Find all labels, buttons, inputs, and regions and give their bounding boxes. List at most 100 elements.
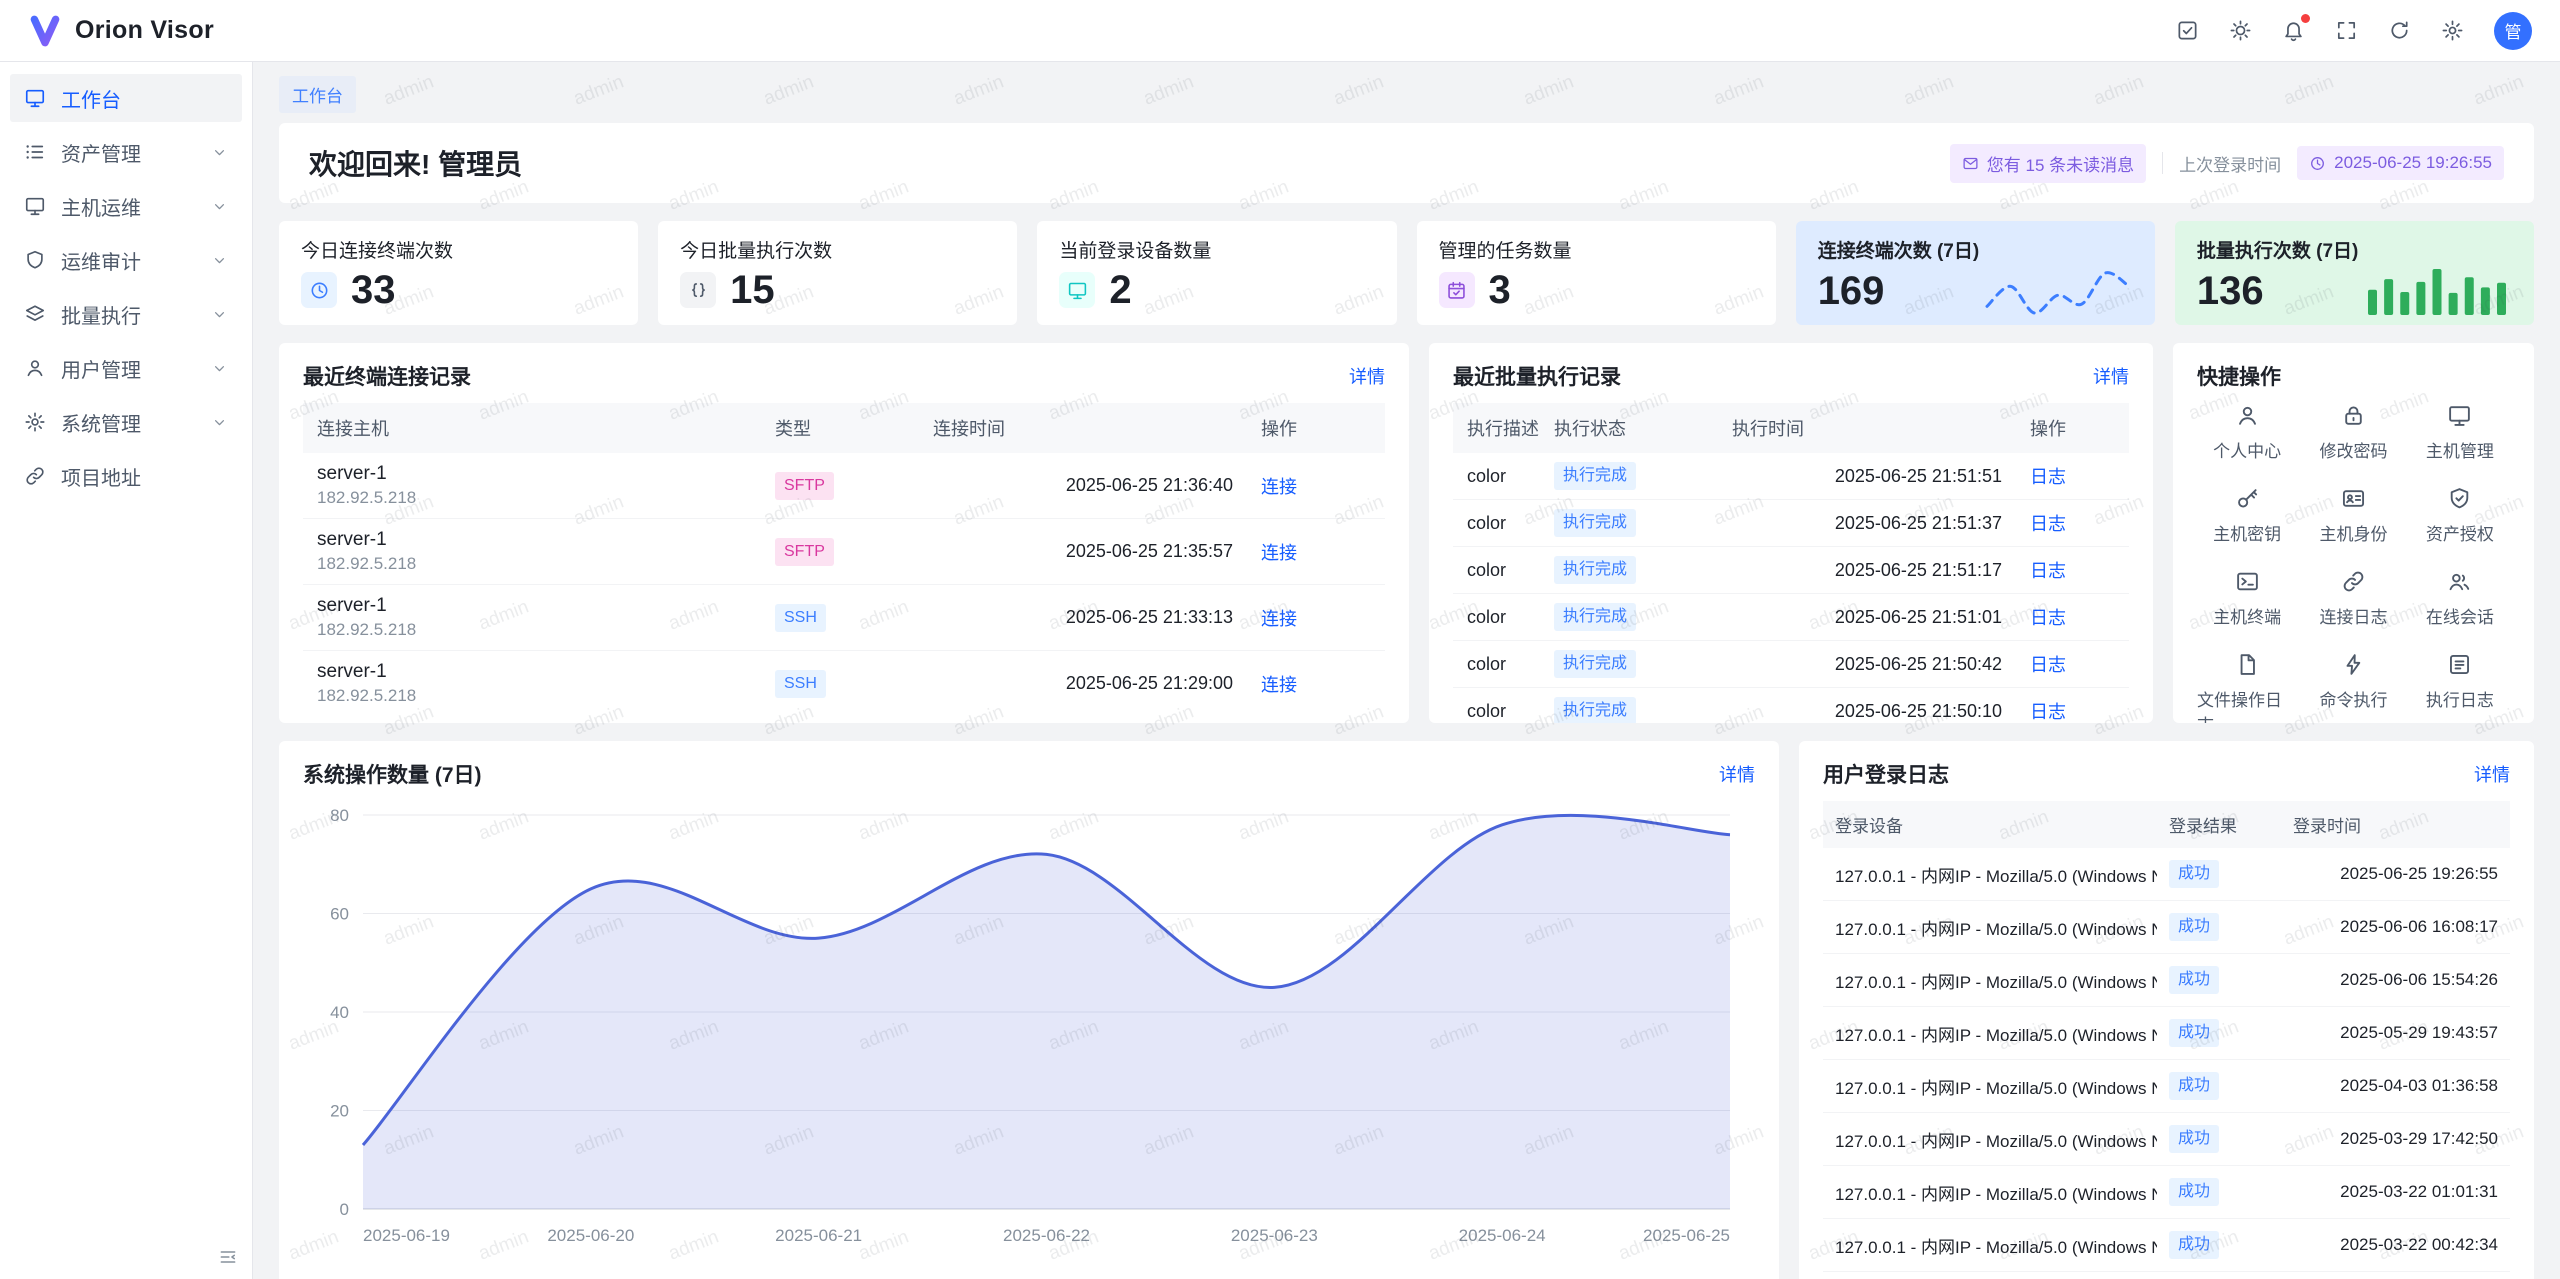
sidebar-collapse-button[interactable]	[218, 1247, 238, 1267]
stat-value: 15	[730, 270, 775, 310]
svg-text:2025-06-21: 2025-06-21	[775, 1226, 862, 1245]
chevron-down-icon	[211, 306, 228, 323]
sidebar-item-host-ops[interactable]: 主机运维	[10, 182, 242, 230]
quick-op-host-management[interactable]: 主机管理	[2410, 403, 2510, 462]
recent-executions-detail-link[interactable]: 详情	[2093, 363, 2129, 389]
connect-time-cell: 2025-06-25 21:29:00	[919, 651, 1247, 717]
users-icon	[2447, 569, 2472, 594]
svg-text:2025-06-24: 2025-06-24	[1459, 1226, 1546, 1245]
connect-link[interactable]: 连接	[1261, 675, 1297, 695]
welcome-card: 欢迎回来! 管理员 您有 15 条未读消息 上次登录时间 2025-06-25 …	[279, 123, 2534, 203]
sidebar-item-user-management[interactable]: 用户管理	[10, 344, 242, 392]
login-time-cell: 2025-03-29 17:42:50	[2281, 1113, 2510, 1166]
login-result-cell: 成功	[2157, 1060, 2281, 1113]
fullscreen-icon[interactable]	[2335, 19, 2358, 42]
connect-link[interactable]: 连接	[1261, 609, 1297, 629]
sidebar-item-label: 主机运维	[61, 192, 141, 221]
quick-op-label: 在线会话	[2426, 603, 2494, 628]
sidebar-item-asset-management[interactable]: 资产管理	[10, 128, 242, 176]
recent-connections-title: 最近终端连接记录	[303, 361, 471, 391]
login-row: 127.0.0.1 - 内网IP - Mozilla/5.0 (Windows …	[1823, 1113, 2510, 1166]
refresh-icon[interactable]	[2388, 19, 2411, 42]
log-link[interactable]: 日志	[2030, 467, 2066, 487]
content-column: 欢迎回来! 管理员 您有 15 条未读消息 上次登录时间 2025-06-25 …	[253, 123, 2560, 1279]
svg-text:80: 80	[330, 806, 349, 825]
sidebar-item-workbench[interactable]: 工作台	[10, 74, 242, 122]
header-row: 连接主机类型连接时间操作	[303, 403, 1385, 453]
unread-messages-tag[interactable]: 您有 15 条未读消息	[1950, 144, 2146, 183]
sidebar-item-system-management[interactable]: 系统管理	[10, 398, 242, 446]
sidebar-item-label: 用户管理	[61, 354, 141, 383]
quick-op-online-session[interactable]: 在线会话	[2410, 569, 2510, 628]
host-cell: server-1182.92.5.218	[303, 453, 761, 519]
todo-check-square-icon[interactable]	[2176, 19, 2199, 42]
system-operations-chart-card: 系统操作数量 (7日) 详情 0204060802025-06-192025-0…	[279, 741, 1779, 1279]
monitor-chip	[1059, 272, 1095, 308]
connect-time-cell: 2025-06-25 21:36:40	[919, 453, 1247, 519]
login-log-detail-link[interactable]: 详情	[2474, 761, 2510, 787]
bolt-icon	[2341, 652, 2366, 677]
area-chart-svg: 0204060802025-06-192025-06-202025-06-212…	[303, 801, 1755, 1251]
quick-actions-grid: 个人中心修改密码主机管理主机密钥主机身份资产授权主机终端连接日志在线会话文件操作…	[2197, 403, 2510, 723]
login-result-tag: 成功	[2169, 1072, 2219, 1100]
sidebar-item-batch-execution[interactable]: 批量执行	[10, 290, 242, 338]
column-header: 登录设备	[1823, 801, 2157, 848]
theme-toggle-sun-icon[interactable]	[2229, 19, 2252, 42]
login-row: 127.0.0.1 - 内网IP - Mozilla/5.0 (Windows …	[1823, 1272, 2510, 1279]
monitor-icon	[24, 87, 46, 109]
quick-op-label: 主机终端	[2213, 603, 2281, 628]
sidebar-item-project-link[interactable]: 项目地址	[10, 452, 242, 500]
connect-link[interactable]: 连接	[1261, 543, 1297, 563]
log-link[interactable]: 日志	[2030, 561, 2066, 581]
login-time-cell: 2025-03-21 23:53:43	[2281, 1272, 2510, 1279]
quick-op-connection-log[interactable]: 连接日志	[2303, 569, 2403, 628]
exec-time-cell: 2025-06-25 21:51:01	[1718, 594, 2016, 641]
list-icon	[24, 141, 46, 163]
avatar[interactable]: 管	[2494, 12, 2532, 50]
log-link[interactable]: 日志	[2030, 702, 2066, 722]
sidebar-item-label: 资产管理	[61, 138, 141, 167]
header-row: 执行描述执行状态执行时间操作	[1453, 403, 2129, 453]
log-link[interactable]: 日志	[2030, 655, 2066, 675]
sidebar-item-label: 项目地址	[61, 462, 141, 491]
column-header: 操作	[1247, 403, 1385, 453]
sidebar-item-ops-audit[interactable]: 运维审计	[10, 236, 242, 284]
quick-op-asset-authorization[interactable]: 资产授权	[2410, 486, 2510, 545]
connect-time-cell: 2025-06-25 21:33:13	[919, 585, 1247, 651]
quick-op-host-terminal[interactable]: 主机终端	[2197, 569, 2297, 628]
user-icon	[24, 357, 46, 379]
monitor-icon	[2447, 403, 2472, 428]
quick-op-file-operation-log[interactable]: 文件操作日志	[2197, 652, 2297, 723]
quick-op-command-execution[interactable]: 命令执行	[2303, 652, 2403, 723]
quick-op-execution-log[interactable]: 执行日志	[2410, 652, 2510, 723]
log-link[interactable]: 日志	[2030, 608, 2066, 628]
login-result-tag: 成功	[2169, 1231, 2219, 1259]
column-header: 执行描述	[1453, 403, 1540, 453]
connect-link[interactable]: 连接	[1261, 477, 1297, 497]
table-body: 127.0.0.1 - 内网IP - Mozilla/5.0 (Windows …	[1823, 848, 2510, 1279]
stat-value-row: 2	[1059, 270, 1374, 310]
quick-op-host-identity[interactable]: 主机身份	[2303, 486, 2403, 545]
host-cell: server-1182.92.5.218	[303, 519, 761, 585]
login-result-cell: 成功	[2157, 1113, 2281, 1166]
exec-time-cell: 2025-06-25 21:50:10	[1718, 688, 2016, 724]
monitor-icon	[24, 195, 46, 217]
sidebar-item-label: 运维审计	[61, 246, 141, 275]
quick-op-personal-center[interactable]: 个人中心	[2197, 403, 2297, 462]
login-device-cell: 127.0.0.1 - 内网IP - Mozilla/5.0 (Windows …	[1823, 1007, 2157, 1060]
exec-status-cell: 执行完成	[1540, 453, 1718, 500]
svg-text:2025-06-22: 2025-06-22	[1003, 1226, 1090, 1245]
login-device-cell: 127.0.0.1 - 内网IP - Mozilla/5.0 (Windows …	[1823, 954, 2157, 1007]
log-link[interactable]: 日志	[2030, 514, 2066, 534]
calendar-check-icon	[1446, 280, 1467, 301]
quick-op-host-key[interactable]: 主机密钥	[2197, 486, 2297, 545]
notifications-bell-icon[interactable]	[2282, 19, 2305, 42]
system-operations-detail-link[interactable]: 详情	[1719, 761, 1755, 787]
stat-value-row: 15	[680, 270, 995, 310]
login-result-tag: 成功	[2169, 1019, 2219, 1047]
recent-connections-detail-link[interactable]: 详情	[1349, 363, 1385, 389]
middle-row: 最近终端连接记录 详情 连接主机类型连接时间操作server-1182.92.5…	[279, 343, 2534, 723]
breadcrumb-item-workbench[interactable]: 工作台	[279, 76, 356, 113]
settings-gear-icon[interactable]	[2441, 19, 2464, 42]
quick-op-change-password[interactable]: 修改密码	[2303, 403, 2403, 462]
